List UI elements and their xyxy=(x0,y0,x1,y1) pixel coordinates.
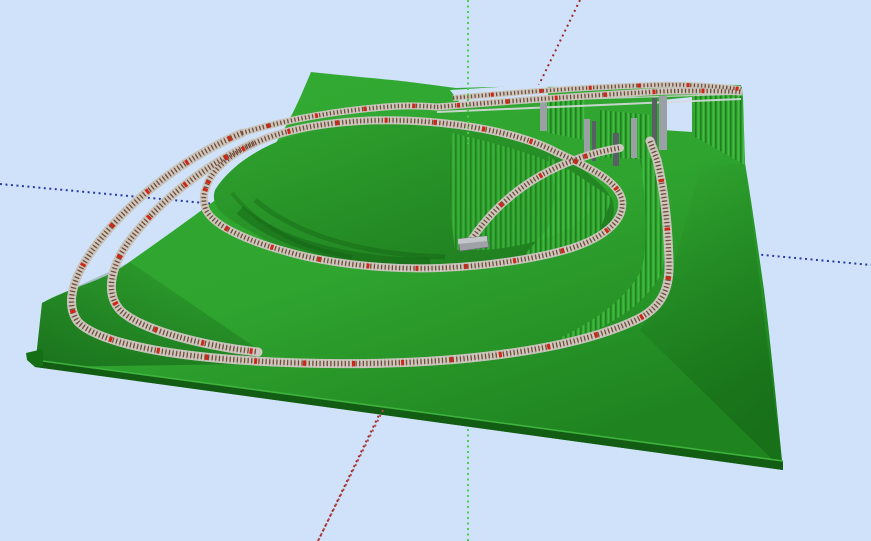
model-scene-canvas[interactable] xyxy=(0,0,871,541)
pier xyxy=(540,101,547,131)
pier xyxy=(659,96,667,150)
app-viewport[interactable] xyxy=(0,0,871,541)
pier xyxy=(631,118,637,158)
